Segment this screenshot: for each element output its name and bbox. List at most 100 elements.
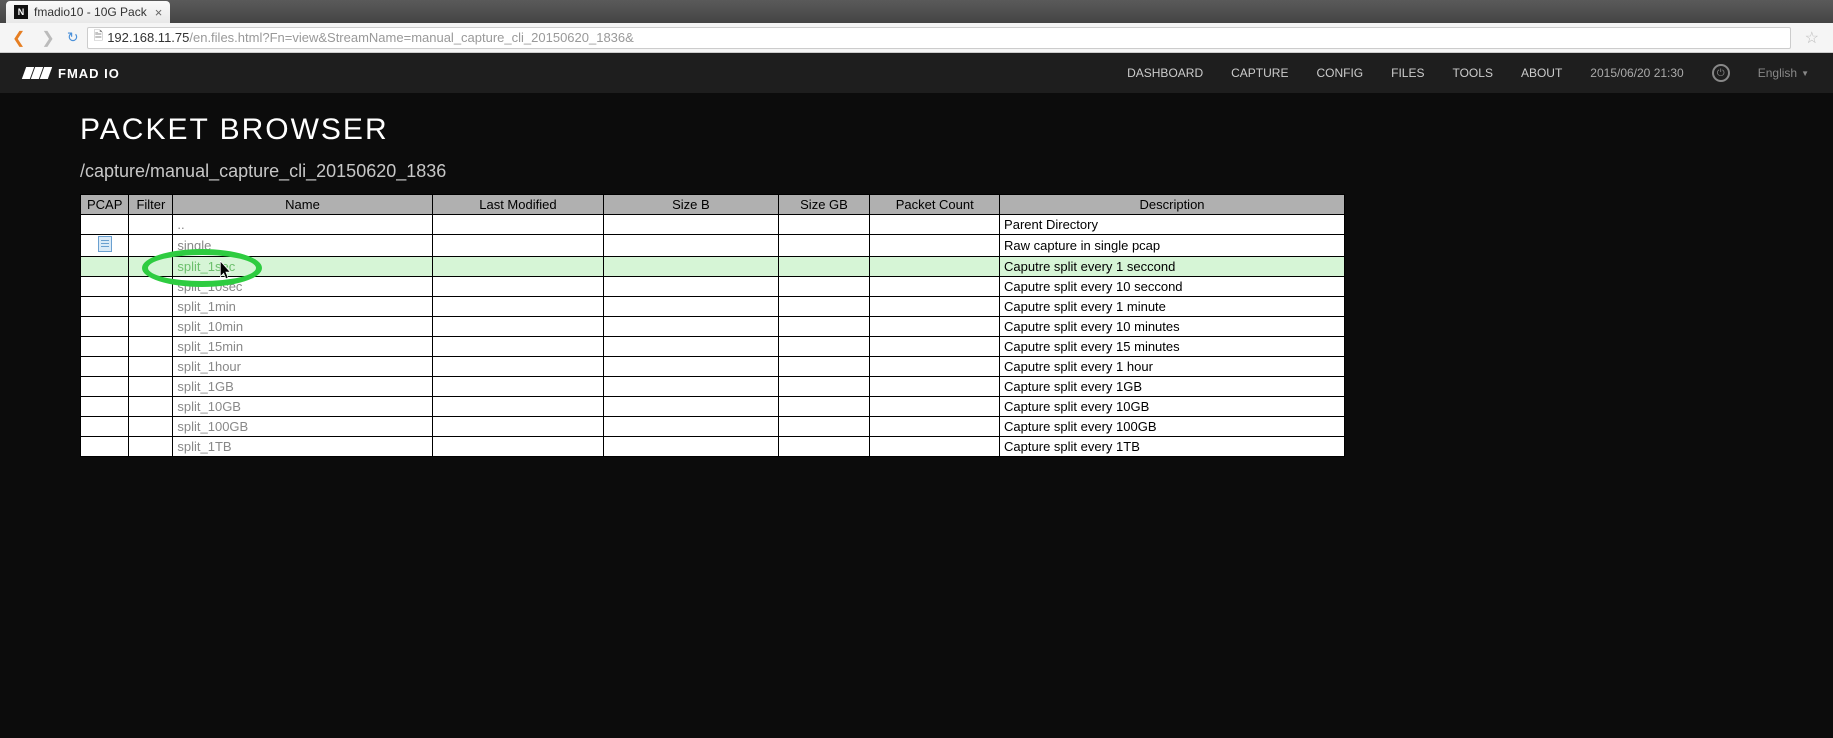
th-sizegb: Size GB <box>778 195 870 215</box>
row-link[interactable]: split_1min <box>177 299 236 314</box>
nav-about[interactable]: ABOUT <box>1521 66 1562 80</box>
url-path: /en.files.html?Fn=view&StreamName=manual… <box>189 30 633 45</box>
cell-name[interactable]: split_10min <box>173 317 432 337</box>
document-icon[interactable] <box>98 236 112 252</box>
breadcrumb: /capture/manual_capture_cli_20150620_183… <box>80 161 1753 182</box>
nav-capture[interactable]: CAPTURE <box>1231 66 1288 80</box>
cell-packetcount <box>870 277 1000 297</box>
cell-sizegb <box>778 215 870 235</box>
row-link[interactable]: split_10GB <box>177 399 241 414</box>
cell-name[interactable]: .. <box>173 215 432 235</box>
back-button[interactable]: ❮ <box>8 28 29 48</box>
browser-tab[interactable]: N fmadio10 - 10G Pack × <box>6 1 170 23</box>
cell-name[interactable]: split_100GB <box>173 417 432 437</box>
nav-files[interactable]: FILES <box>1391 66 1424 80</box>
cell-pcap <box>81 357 129 377</box>
cell-name[interactable]: split_1TB <box>173 437 432 457</box>
cell-name[interactable]: split_15min <box>173 337 432 357</box>
th-sizeb: Size B <box>604 195 778 215</box>
row-link[interactable]: split_10min <box>177 319 243 334</box>
cell-sizeb <box>604 337 778 357</box>
cell-pcap <box>81 337 129 357</box>
cell-description: Caputre split every 10 minutes <box>1000 317 1345 337</box>
forward-button: ❯ <box>37 28 58 48</box>
cell-name[interactable]: single <box>173 235 432 257</box>
close-icon[interactable]: × <box>155 5 163 20</box>
cell-description: Capture split every 1GB <box>1000 377 1345 397</box>
cell-sizegb <box>778 297 870 317</box>
cell-description: Caputre split every 1 minute <box>1000 297 1345 317</box>
th-name: Name <box>173 195 432 215</box>
nav-dashboard[interactable]: DASHBOARD <box>1127 66 1203 80</box>
language-label: English <box>1758 66 1797 80</box>
language-selector[interactable]: English ▼ <box>1758 66 1809 80</box>
cell-pcap <box>81 377 129 397</box>
cell-sizegb <box>778 277 870 297</box>
app-header: FMAD IO DASHBOARD CAPTURE CONFIG FILES T… <box>0 53 1833 93</box>
table-row[interactable]: split_10sec Caputre split every 10 seccon… <box>81 277 1345 297</box>
cell-filter <box>129 377 173 397</box>
row-link[interactable]: split_1TB <box>177 439 231 454</box>
cell-pcap <box>81 437 129 457</box>
tab-favicon: N <box>14 5 28 19</box>
cell-modified <box>432 317 604 337</box>
cell-filter <box>129 437 173 457</box>
table-row[interactable]: split_1TB Capture split every 1TB <box>81 437 1345 457</box>
cell-pcap <box>81 397 129 417</box>
cell-packetcount <box>870 257 1000 277</box>
bookmark-icon[interactable]: ☆ <box>1799 28 1825 48</box>
cell-description: Caputre split every 1 seccond <box>1000 257 1345 277</box>
table-row[interactable]: ..Parent Directory <box>81 215 1345 235</box>
address-bar[interactable]: 🗎 192.168.11.75/en.files.html?Fn=view&St… <box>87 27 1791 49</box>
table-row[interactable]: split_10GBCapture split every 10GB <box>81 397 1345 417</box>
browser-tabstrip: N fmadio10 - 10G Pack × <box>0 0 1833 23</box>
cell-sizegb <box>778 257 870 277</box>
main-nav: DASHBOARD CAPTURE CONFIG FILES TOOLS ABO… <box>1127 64 1809 82</box>
row-link[interactable]: split_10sec <box>177 279 242 294</box>
cell-description: Raw capture in single pcap <box>1000 235 1345 257</box>
cell-description: Capture split every 1TB <box>1000 437 1345 457</box>
cell-name[interactable]: split_10GB <box>173 397 432 417</box>
power-icon[interactable]: ⏻ <box>1712 64 1730 82</box>
table-row[interactable]: split_100GBCapture split every 100GB <box>81 417 1345 437</box>
logo-mark-icon <box>24 67 50 79</box>
cell-description: Caputre split every 10 seccond <box>1000 277 1345 297</box>
row-link[interactable]: single <box>177 238 211 253</box>
th-description: Description <box>1000 195 1345 215</box>
cell-packetcount <box>870 297 1000 317</box>
page-title: PACKET BROWSER <box>80 113 1753 147</box>
nav-config[interactable]: CONFIG <box>1316 66 1363 80</box>
row-link[interactable]: split_1GB <box>177 379 233 394</box>
row-link[interactable]: split_1hour <box>177 359 241 374</box>
row-link[interactable]: split_100GB <box>177 419 248 434</box>
table-wrapper: PCAP Filter Name Last Modified Size B Si… <box>80 194 1753 457</box>
cell-sizeb <box>604 317 778 337</box>
cell-filter <box>129 317 173 337</box>
nav-tools[interactable]: TOOLS <box>1452 66 1492 80</box>
cell-sizeb <box>604 377 778 397</box>
cell-name[interactable]: split_10sec <box>173 277 432 297</box>
th-pcap: PCAP <box>81 195 129 215</box>
reload-button[interactable]: ↻ <box>67 29 79 46</box>
row-link[interactable]: .. <box>177 217 184 232</box>
th-filter: Filter <box>129 195 173 215</box>
table-row[interactable]: split_1GB Capture split every 1GB <box>81 377 1345 397</box>
brand-logo[interactable]: FMAD IO <box>24 66 120 81</box>
cell-name[interactable]: split_1hour <box>173 357 432 377</box>
table-row[interactable]: split_10min Caputre split every 10 minute… <box>81 317 1345 337</box>
cell-sizeb <box>604 437 778 457</box>
cell-name[interactable]: split_1GB <box>173 377 432 397</box>
table-row[interactable]: split_1hourCaputre split every 1 hour <box>81 357 1345 377</box>
table-row[interactable]: split_1sec Caputre split every 1 seccond <box>81 257 1345 277</box>
cell-name[interactable]: split_1min <box>173 297 432 317</box>
cell-name[interactable]: split_1sec <box>173 257 432 277</box>
table-row[interactable]: single Raw capture in single pcap <box>81 235 1345 257</box>
row-link[interactable]: split_15min <box>177 339 243 354</box>
row-link[interactable]: split_1sec <box>177 259 235 274</box>
table-row[interactable]: split_15minCaputre split every 15 minute… <box>81 337 1345 357</box>
url-host: 192.168.11.75 <box>107 30 189 45</box>
page-icon: 🗎 <box>94 27 104 48</box>
th-modified: Last Modified <box>432 195 604 215</box>
cell-pcap[interactable] <box>81 235 129 257</box>
table-row[interactable]: split_1min Caputre split every 1 minute <box>81 297 1345 317</box>
